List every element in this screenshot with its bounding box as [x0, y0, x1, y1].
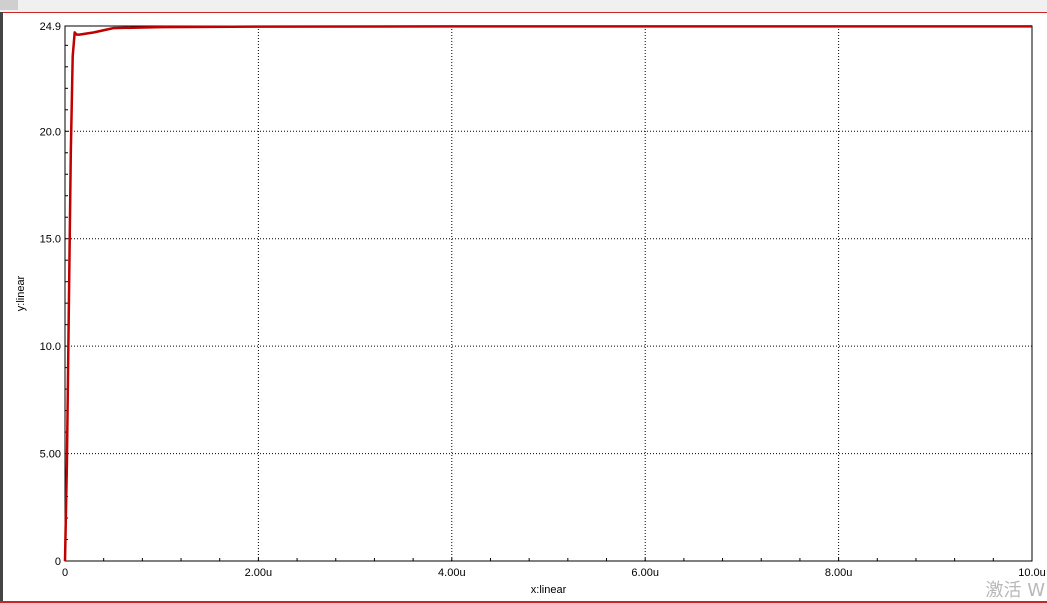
x-tick-label: 2.00u	[245, 567, 273, 579]
y-tick-label: 24.9	[40, 21, 61, 33]
x-axis-label: x:linear	[531, 584, 567, 596]
y-axis-label: y:linear	[15, 275, 27, 311]
x-tick-label: 6.00u	[631, 567, 659, 579]
activation-watermark: 激活 W	[985, 580, 1045, 601]
x-tick-label: 8.00u	[825, 567, 853, 579]
y-tick-label: 20.0	[40, 126, 61, 138]
x-tick-label: 4.00u	[438, 567, 466, 579]
x-tick-label: 0	[62, 567, 68, 579]
tick-labels: 0 2.00u 4.00u 6.00u 8.00u 10.0u05.0010.015.02…	[40, 21, 1046, 579]
y-tick-label: 0	[55, 556, 61, 568]
waveform-line	[63, 25, 1032, 562]
waveform-plot[interactable]: 0 2.00u 4.00u 6.00u 8.00u 10.0u05.0010.015.02…	[0, 0, 1047, 603]
minor-ticks	[64, 44, 1033, 562]
y-tick-label: 15.0	[40, 234, 61, 246]
series-layer	[63, 25, 1032, 562]
plot-frame	[64, 25, 1033, 562]
y-tick-label: 10.0	[40, 341, 61, 353]
grid	[65, 26, 1032, 561]
y-tick-label: 5.00	[40, 449, 61, 461]
